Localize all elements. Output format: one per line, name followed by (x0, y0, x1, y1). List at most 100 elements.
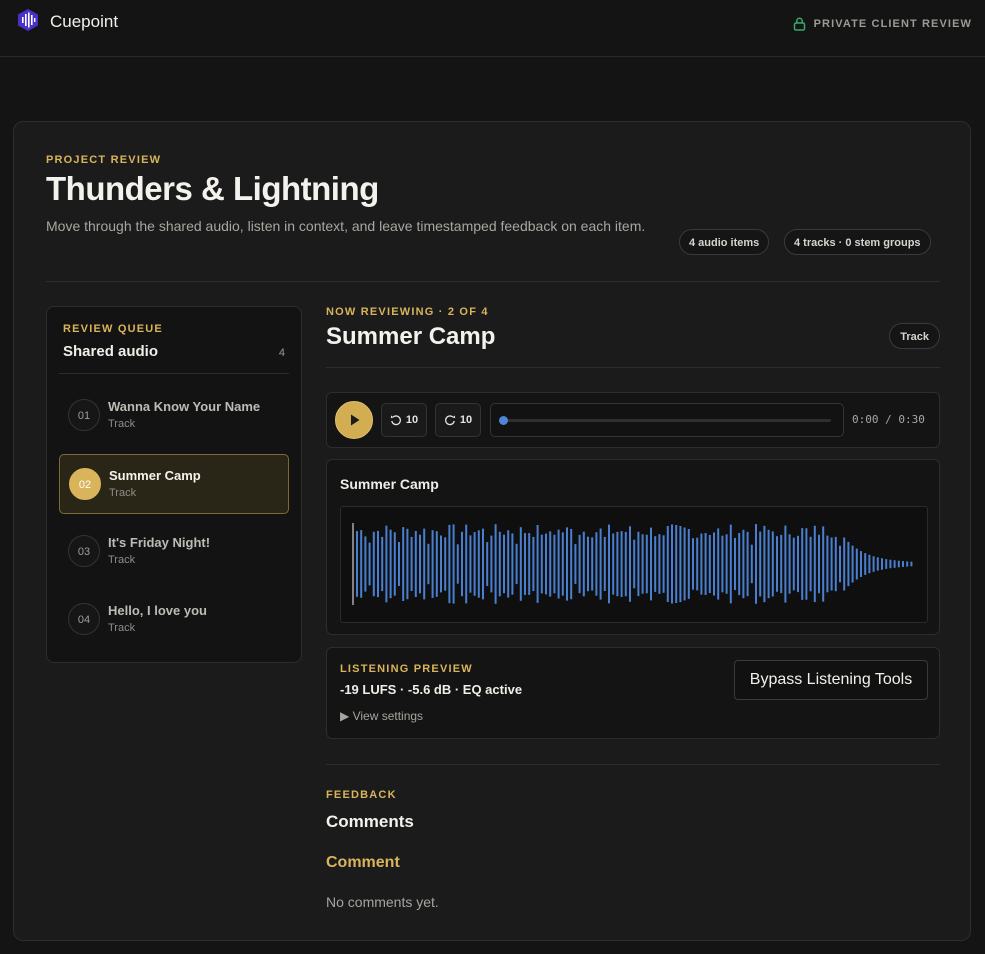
skip-back-button[interactable]: 10 (381, 403, 427, 437)
waveform-bar (519, 527, 522, 601)
waveform-bar (809, 536, 812, 592)
waveform-bar (356, 531, 358, 597)
waveform-bar (746, 531, 749, 597)
waveform-bar (763, 525, 766, 603)
waveform-bar (482, 528, 484, 600)
waveform-bar (385, 525, 388, 603)
top-bar: Cuepoint PRIVATE CLIENT REVIEW (0, 0, 985, 57)
waveform-bar (675, 525, 678, 603)
waveform-bar (620, 531, 623, 597)
waveform-bar (603, 536, 606, 591)
waveform-bar (532, 536, 535, 592)
waveform-bar (847, 541, 850, 587)
queue-item-hello-i-love-you[interactable]: 04 Hello, I love you Track (59, 590, 289, 650)
queue-item-wanna-know-your-name[interactable]: 01 Wanna Know Your Name Track (59, 386, 289, 446)
waveform-bar (448, 524, 451, 604)
waveform-bar (843, 537, 846, 591)
waveform-bar (540, 534, 543, 594)
cuepoint-logo-icon[interactable] (16, 8, 40, 32)
waveform-bar (902, 561, 904, 567)
skip-back-label: 10 (405, 414, 419, 426)
queue-item-summer-camp[interactable]: 02 Summer Camp Track (59, 454, 289, 514)
waveform-bar (641, 534, 644, 594)
waveform-bar (595, 532, 598, 596)
waveform-bar (431, 530, 434, 598)
divider (46, 281, 940, 282)
waveform-bar (734, 537, 736, 591)
project-eyebrow: PROJECT REVIEW (46, 154, 162, 166)
waveform-bar (650, 527, 652, 601)
skip-forward-button[interactable]: 10 (435, 403, 481, 437)
project-card: PROJECT REVIEW Thunders & Lightning Move… (13, 121, 971, 941)
waveform-bar (839, 545, 841, 583)
bypass-listening-tools-button[interactable]: Bypass Listening Tools (734, 660, 928, 700)
waveform-bar (776, 536, 778, 592)
rewind-icon (390, 415, 401, 426)
waveform-bar (377, 530, 379, 598)
play-icon (351, 414, 360, 426)
waveform-bar (393, 532, 396, 596)
tracks-stems-pill: 4 tracks · 0 stem groups (784, 229, 931, 255)
listening-preview-eyebrow: LISTENING PREVIEW (340, 663, 473, 675)
waveform-bar (477, 530, 480, 598)
view-settings-toggle[interactable]: ▶ View settings (340, 709, 423, 723)
waveform-bar (851, 545, 854, 583)
divider (326, 764, 940, 765)
fast-forward-icon (444, 415, 456, 426)
waveform-bar (360, 530, 363, 598)
waveform-bar (633, 539, 636, 589)
waveform-bar (524, 533, 526, 595)
waveform-title: Summer Camp (340, 476, 439, 492)
waveform-bar (897, 560, 900, 568)
waveform-bar (654, 536, 657, 592)
waveform-bar (536, 525, 539, 603)
waveform-bar (410, 536, 413, 591)
progress-thumb[interactable] (499, 416, 508, 425)
waveform-bar (771, 531, 774, 597)
waveform-bar (578, 534, 581, 594)
waveform-bar (725, 534, 728, 594)
waveform-bar (494, 524, 497, 604)
waveform-bar (767, 529, 770, 599)
waveform-bar (713, 532, 715, 596)
comment-label[interactable]: Comment (326, 854, 400, 872)
waveform-bar (486, 542, 489, 586)
waveform-bar (683, 527, 686, 601)
waveform-display[interactable] (340, 506, 928, 623)
waveform-bar (801, 528, 804, 600)
waveform-bar (553, 534, 556, 594)
waveform-bar (591, 537, 594, 591)
waveform-bar (788, 534, 791, 594)
waveform-bar (469, 535, 472, 593)
waveform-bar (372, 531, 375, 597)
waveform-bar (566, 527, 568, 601)
waveform-bar (645, 534, 648, 594)
waveform-bar (868, 554, 871, 574)
queue-eyebrow: REVIEW QUEUE (63, 323, 163, 335)
waveform-bar (700, 533, 703, 595)
queue-item-number: 02 (69, 468, 101, 500)
waveform-bar (784, 525, 787, 603)
play-button[interactable] (335, 401, 373, 439)
queue-item-number: 03 (68, 535, 100, 567)
waveform-bar (893, 560, 896, 568)
waveform-bar (742, 529, 745, 599)
waveform-bar (671, 524, 673, 604)
waveform-bar (452, 524, 455, 604)
waveform-bar (507, 530, 510, 598)
progress-scrubber[interactable] (490, 403, 844, 437)
waveform-bar (876, 557, 879, 571)
waveform-bar (561, 532, 564, 596)
waveform-bar (440, 535, 442, 593)
waveform-bar (570, 528, 573, 600)
waveform-bar (406, 528, 409, 600)
queue-item-its-friday-night[interactable]: 03 It's Friday Night! Track (59, 522, 289, 582)
feedback-eyebrow: FEEDBACK (326, 789, 397, 801)
comments-title: Comments (326, 812, 414, 831)
playback-time: 0:00 / 0:30 (852, 413, 925, 426)
waveform-bar (692, 538, 694, 590)
waveform-bar (456, 544, 459, 584)
project-title: Thunders & Lightning (46, 170, 379, 207)
waveform-bar (889, 559, 892, 569)
waveform-bar (435, 531, 438, 597)
